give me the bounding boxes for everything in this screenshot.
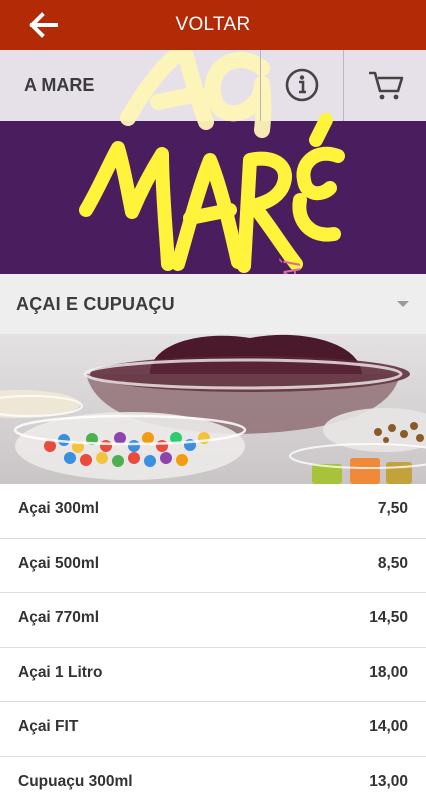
store-name: A MARE <box>24 75 95 95</box>
product-row[interactable]: Açai 1 Litro 18,00 <box>0 647 426 702</box>
product-name: Açai 1 Litro <box>18 663 103 681</box>
acai-bowls-photo <box>0 334 426 484</box>
info-button[interactable] <box>260 50 343 121</box>
product-name: Açai FIT <box>18 718 79 735</box>
product-price: 14,50 <box>369 609 408 626</box>
info-icon <box>285 68 319 102</box>
product-price: 18,00 <box>369 663 408 681</box>
product-name: Cupuaçu 300ml <box>18 772 133 790</box>
arrow-left-icon <box>29 12 58 38</box>
category-header[interactable]: AÇAI E CUPUAÇU <box>0 274 426 334</box>
product-row[interactable]: Açai FIT 14,00 <box>0 702 426 757</box>
cart-button[interactable] <box>343 50 426 121</box>
product-name: Açai 300ml <box>18 500 99 517</box>
back-button[interactable] <box>28 10 62 40</box>
store-banner: AÇAÍ A MARE <box>0 50 426 274</box>
store-bar: A MARE <box>0 50 426 121</box>
product-row[interactable]: Açai 300ml 7,50 <box>0 484 426 539</box>
product-row[interactable]: Açai 500ml 8,50 <box>0 538 426 593</box>
product-price: 8,50 <box>377 554 408 572</box>
product-price: 13,00 <box>369 772 408 790</box>
product-name: Açai 500ml <box>18 554 99 572</box>
top-bar: VOLTAR <box>0 0 426 50</box>
cart-icon <box>369 71 404 100</box>
category-title: AÇAI E CUPUAÇU <box>16 294 175 314</box>
back-label[interactable]: VOLTAR <box>0 0 426 50</box>
product-row[interactable]: Açai 770ml 14,50 <box>0 593 426 648</box>
product-row[interactable]: Cupuaçu 300ml 13,00 <box>0 756 426 800</box>
product-name: Açai 770ml <box>18 609 99 626</box>
product-price: 14,00 <box>369 718 408 735</box>
product-price: 7,50 <box>377 500 408 517</box>
product-list: Açai 300ml 7,50 Açai 500ml 8,50 Açai 770… <box>0 484 426 800</box>
caret-down-icon <box>397 301 409 307</box>
category-image <box>0 334 426 484</box>
